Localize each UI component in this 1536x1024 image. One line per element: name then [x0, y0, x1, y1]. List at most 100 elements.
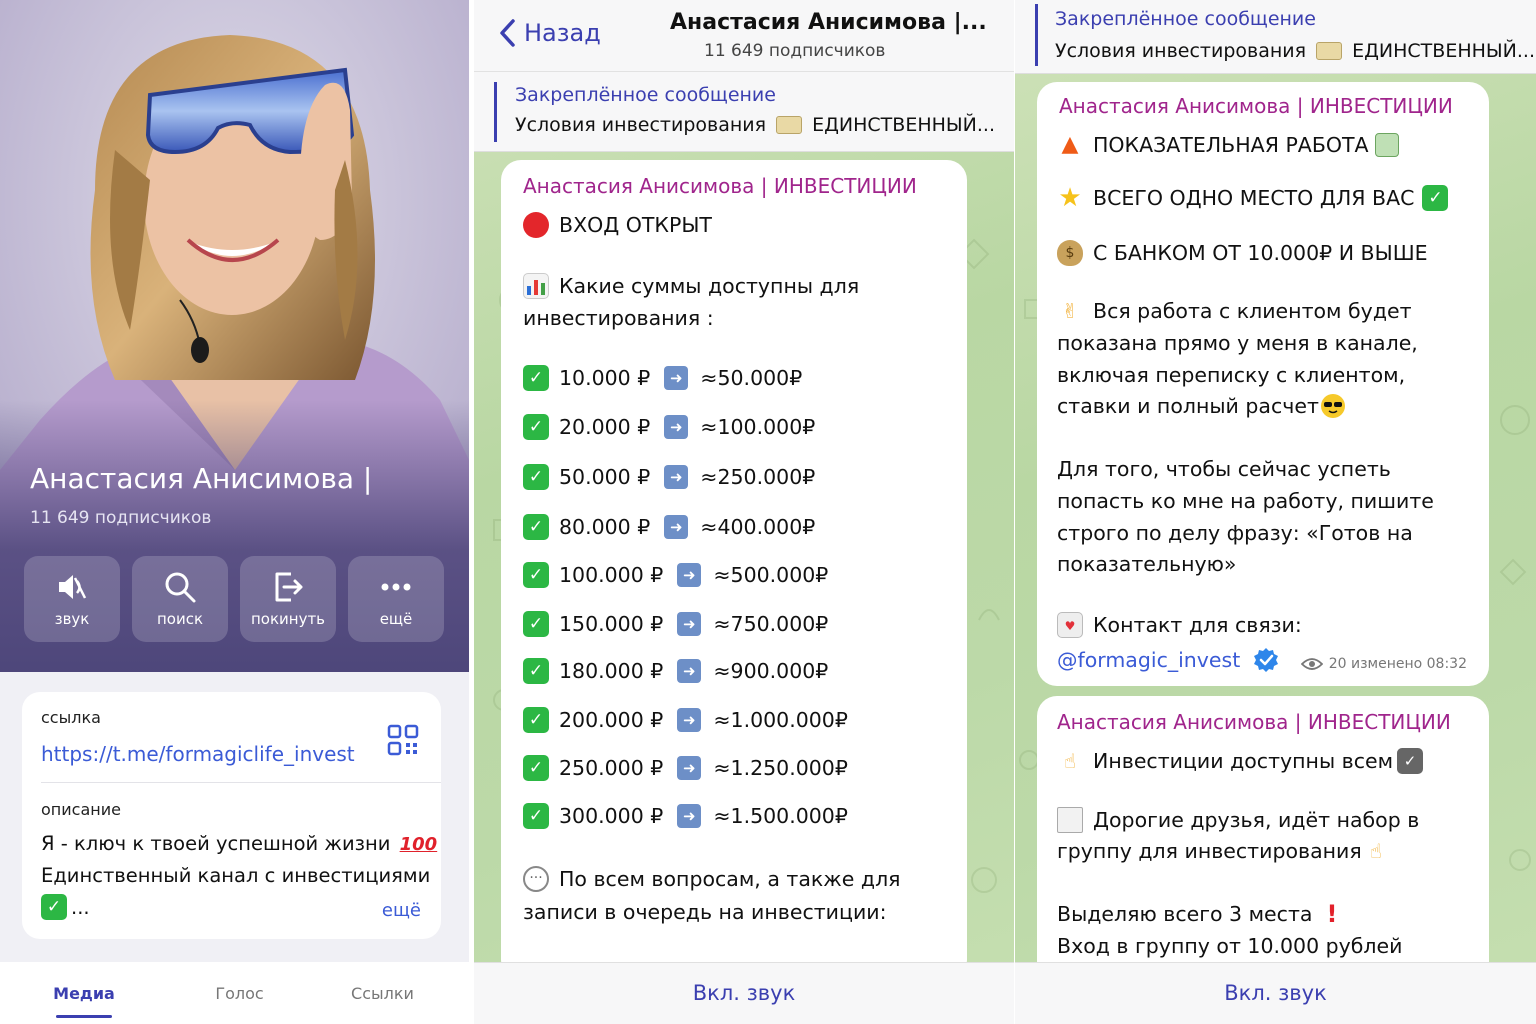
- check-mark-icon: ✓: [523, 414, 549, 440]
- pinned-title: Закреплённое сообщение: [1055, 8, 1316, 30]
- money-flying-icon: [1374, 133, 1399, 157]
- page-icon: [1057, 807, 1083, 833]
- profile-tabs: Медиа Голос Ссылки: [0, 962, 469, 1024]
- subscriber-count: 11 649 подписчиков: [30, 508, 212, 528]
- arrow-right-icon: ➜: [677, 659, 702, 683]
- investment-row: ✓ 200.000 ₽ ➜ ≈1.000.000₽: [523, 707, 848, 733]
- channel-link[interactable]: https://t.me/formagiclife_invest: [41, 742, 355, 766]
- verified-badge-icon: [1254, 648, 1279, 672]
- tab-voice[interactable]: Голос: [168, 962, 311, 1024]
- message-line: инвестирования :: [523, 306, 714, 330]
- victory-hand-icon: ✌: [1061, 299, 1079, 323]
- message-line: Дорогие друзья, идёт набор в: [1057, 807, 1419, 833]
- arrow-right-icon: ➜: [664, 515, 689, 539]
- sunglasses-face-icon: [1320, 394, 1345, 418]
- description-label: описание: [41, 800, 121, 819]
- pinned-message-bar[interactable]: Закреплённое сообщение Условия инвестиро…: [474, 72, 1014, 152]
- eye-icon: [1300, 658, 1323, 670]
- pinned-text: Условия инвестирования ЕДИНСТВЕННЫЙ...: [515, 114, 995, 136]
- unmute-button[interactable]: Вкл. звук: [474, 962, 1014, 1024]
- chat-header: Назад Анастасия Анисимова |... 11 649 по…: [474, 0, 1014, 72]
- speaker-muted-icon: [59, 575, 87, 599]
- arrow-right-icon: ➜: [664, 465, 689, 489]
- chat-panel-2: Закреплённое сообщение Условия инвестиро…: [1015, 0, 1536, 1024]
- pointing-hand-icon: ☝: [1369, 839, 1382, 863]
- profile-hero: Анастасия Анисимова | 11 649 подписчиков…: [0, 0, 469, 672]
- star-icon: ★: [1058, 183, 1082, 213]
- more-button[interactable]: ещё: [348, 556, 444, 642]
- description-line: Единственный канал с инвестициями: [41, 864, 431, 887]
- arrow-right-icon: ➜: [677, 563, 702, 587]
- unmute-button[interactable]: Вкл. звук: [1015, 962, 1536, 1024]
- message-author: Анастасия Анисимова | ИНВЕСТИЦИИ: [1059, 94, 1453, 118]
- channel-profile-panel: Анастасия Анисимова | 11 649 подписчиков…: [0, 0, 469, 1024]
- message-line: ☝ Инвестиции доступны всем ✓: [1057, 748, 1424, 774]
- message-line: ВХОД ОТКРЫТ: [523, 212, 712, 238]
- investment-row: ✓ 300.000 ₽ ➜ ≈1.500.000₽: [523, 803, 848, 829]
- check-mark-icon: ✓: [41, 894, 67, 920]
- channel-info-card: ссылка https://t.me/formagiclife_invest …: [22, 692, 441, 939]
- message-line: ▲ ПОКАЗАТЕЛЬНАЯ РАБОТА: [1057, 132, 1399, 158]
- message-line: $ С БАНКОМ ОТ 10.000₽ И ВЫШЕ: [1057, 240, 1428, 266]
- message-line: Какие суммы доступны для: [523, 273, 859, 299]
- arrow-right-icon: ➜: [677, 756, 702, 780]
- channel-name: Анастасия Анисимова |: [30, 462, 373, 495]
- link-label: ссылка: [41, 708, 101, 727]
- tab-links[interactable]: Ссылки: [311, 962, 454, 1024]
- check-box-icon: ✓: [1397, 748, 1424, 774]
- chat-subscriber-count: 11 649 подписчиков: [704, 41, 886, 61]
- contact-handle-link[interactable]: @formagic_invest: [1057, 646, 1280, 674]
- arrow-right-icon: ➜: [664, 415, 689, 439]
- message-meta: 20 изменено 08:32: [1300, 656, 1467, 672]
- back-button[interactable]: Назад: [498, 18, 601, 48]
- credit-card-icon: [1316, 42, 1343, 60]
- profile-actions: звук поиск покинуть ещё: [24, 556, 444, 642]
- check-mark-icon: ✓: [523, 464, 549, 490]
- arrow-right-icon: ➜: [664, 366, 689, 390]
- check-mark-icon: ✓: [523, 514, 549, 540]
- chat-title[interactable]: Анастасия Анисимова |...: [670, 10, 987, 35]
- speech-bubble-icon: ···: [523, 866, 549, 892]
- chat-panel-1: Назад Анастасия Анисимова |... 11 649 по…: [474, 0, 1014, 1024]
- envelope-heart-icon: ♥: [1057, 612, 1083, 638]
- investment-row: ✓ 80.000 ₽ ➜ ≈400.000₽: [523, 514, 815, 540]
- fire-icon: ▲: [1061, 132, 1079, 157]
- message-line: ставки и полный расчет: [1057, 394, 1345, 418]
- investment-row: ✓ 150.000 ₽ ➜ ≈750.000₽: [523, 611, 828, 637]
- mute-button[interactable]: звук: [24, 556, 120, 642]
- message-line: показательную»: [1057, 552, 1237, 576]
- check-mark-icon: ✓: [1422, 185, 1449, 211]
- leave-icon: [275, 572, 303, 602]
- message-line: попасть ко мне на работу, пишите: [1057, 489, 1434, 513]
- message-bubble[interactable]: Анастасия Анисимова | ИНВЕСТИЦИИ ▲ ПОКАЗ…: [1037, 82, 1489, 686]
- money-bag-icon: $: [1057, 240, 1083, 266]
- tab-media[interactable]: Медиа: [0, 962, 168, 1024]
- message-author: Анастасия Анисимова | ИНВЕСТИЦИИ: [523, 174, 917, 198]
- search-button[interactable]: поиск: [132, 556, 228, 642]
- check-mark-icon: ✓: [523, 562, 549, 588]
- red-circle-icon: [523, 212, 549, 238]
- investment-row: ✓ 180.000 ₽ ➜ ≈900.000₽: [523, 658, 828, 684]
- message-line: группу для инвестирования ☝: [1057, 839, 1382, 863]
- message-bubble[interactable]: Анастасия Анисимова | ИНВЕСТИЦИИ ☝ Инвес…: [1037, 696, 1489, 996]
- arrow-right-icon: ➜: [677, 708, 702, 732]
- message-line: ♥ Контакт для связи:: [1057, 612, 1302, 638]
- arrow-right-icon: ➜: [677, 612, 702, 636]
- exclamation-icon: !: [1326, 900, 1338, 928]
- pinned-title: Закреплённое сообщение: [515, 84, 776, 106]
- check-mark-icon: ✓: [523, 658, 549, 684]
- chevron-left-icon: [500, 19, 515, 47]
- pinned-message-bar[interactable]: Закреплённое сообщение Условия инвестиро…: [1015, 0, 1536, 74]
- description-line: Я - ключ к твоей успешной жизни 100: [41, 832, 438, 855]
- investment-row: ✓ 50.000 ₽ ➜ ≈250.000₽: [523, 464, 815, 490]
- leave-button[interactable]: покинуть: [240, 556, 336, 642]
- check-mark-icon: ✓: [523, 365, 549, 391]
- check-mark-icon: ✓: [523, 707, 549, 733]
- message-line: Для того, чтобы сейчас успеть: [1057, 457, 1391, 481]
- investment-row: ✓ 100.000 ₽ ➜ ≈500.000₽: [523, 562, 828, 588]
- message-bubble[interactable]: Анастасия Анисимова | ИНВЕСТИЦИИ ВХОД ОТ…: [501, 160, 967, 980]
- message-line: Выделяю всего 3 места !: [1057, 900, 1338, 928]
- qr-code-icon[interactable]: [387, 724, 419, 756]
- description-more-link[interactable]: ещё: [382, 900, 421, 921]
- message-line: записи в очередь на инвестиции:: [523, 900, 887, 924]
